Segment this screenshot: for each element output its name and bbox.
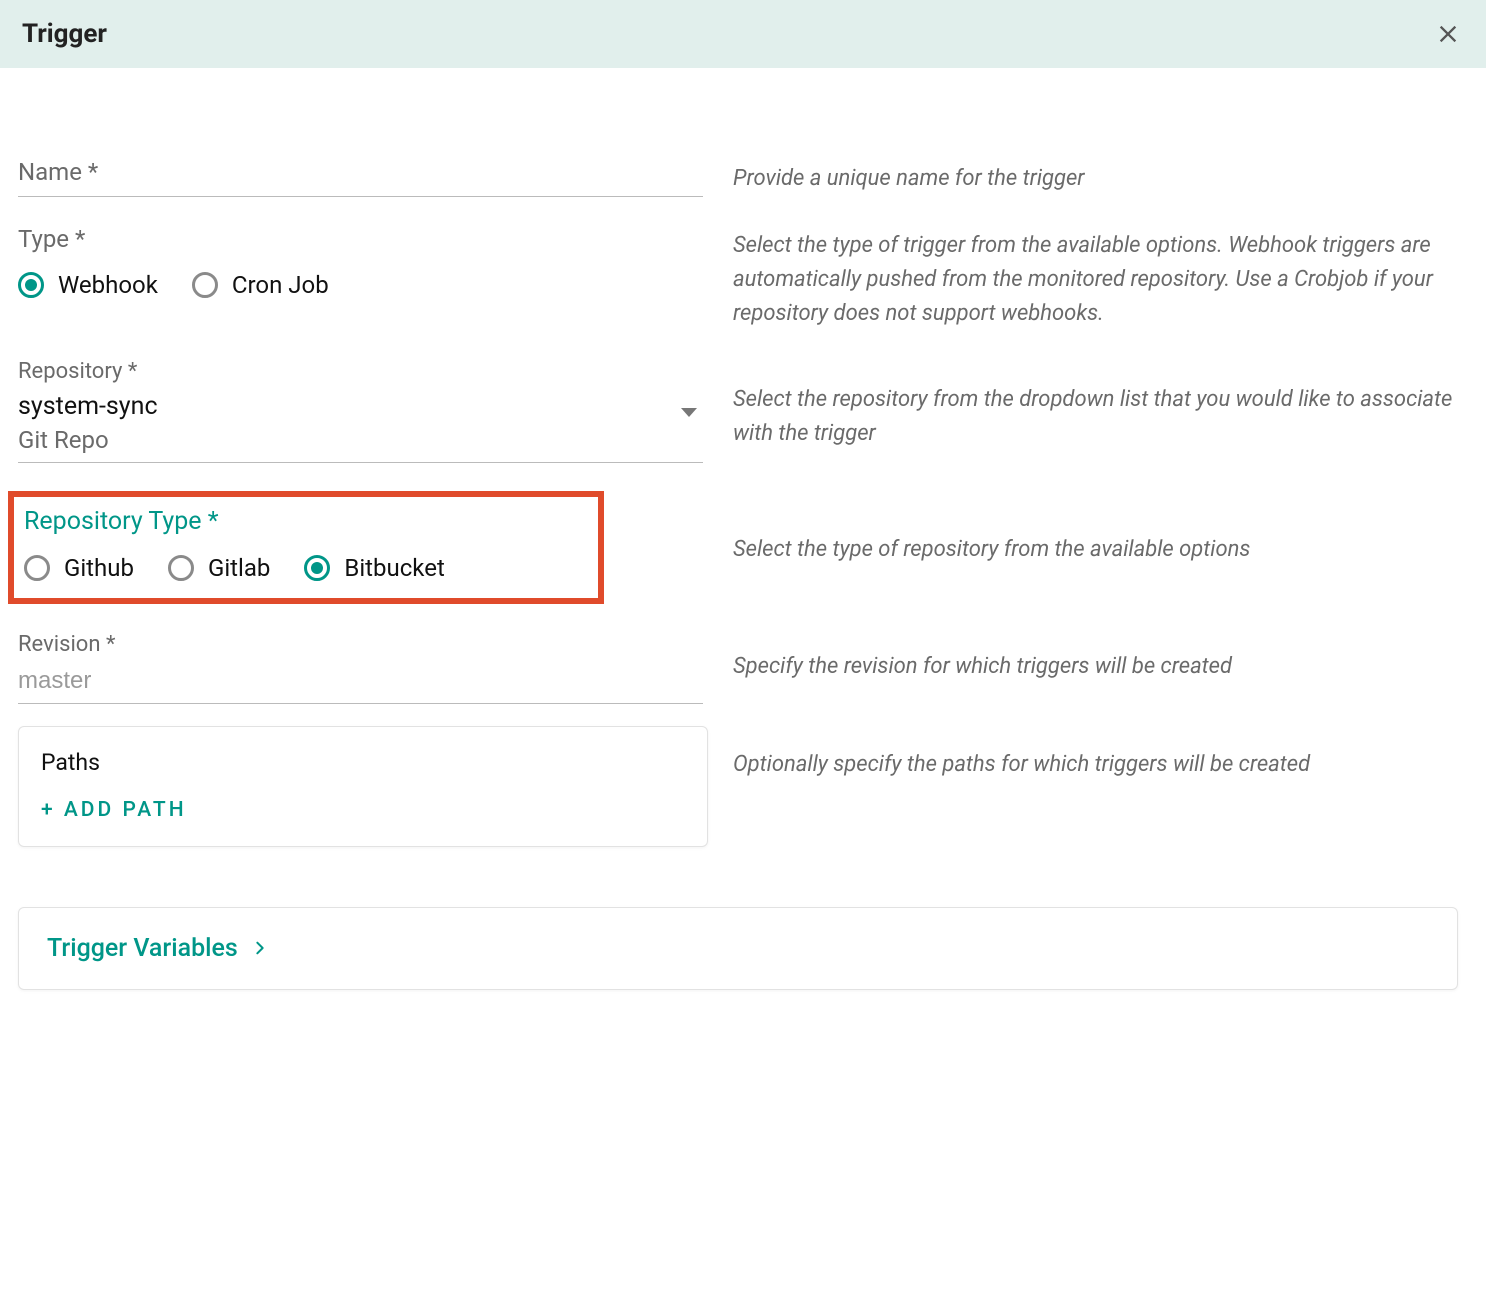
revision-label: Revision * bbox=[18, 632, 703, 657]
add-path-button[interactable]: + ADD PATH bbox=[41, 798, 187, 822]
radio-icon bbox=[24, 555, 50, 581]
repository-type-highlight: Repository Type * Github Gitlab Bitbucke… bbox=[8, 491, 604, 604]
radio-label: Gitlab bbox=[208, 554, 270, 582]
type-option-cronjob[interactable]: Cron Job bbox=[192, 271, 329, 299]
repository-help: Select the repository from the dropdown … bbox=[733, 383, 1468, 451]
type-help: Select the type of trigger from the avai… bbox=[733, 229, 1468, 331]
revision-input[interactable] bbox=[18, 663, 703, 704]
dialog-header: Trigger bbox=[0, 0, 1486, 68]
repository-type-label: Repository Type * bbox=[24, 507, 588, 536]
radio-label: Github bbox=[64, 554, 134, 582]
repository-label: Repository * bbox=[18, 359, 703, 384]
repo-type-option-bitbucket[interactable]: Bitbucket bbox=[304, 554, 444, 582]
type-label: Type * bbox=[18, 225, 703, 253]
name-help: Provide a unique name for the trigger bbox=[733, 162, 1468, 196]
chevron-right-icon bbox=[252, 934, 268, 963]
close-icon bbox=[1437, 23, 1459, 45]
revision-help: Specify the revision for which triggers … bbox=[733, 650, 1468, 684]
close-button[interactable] bbox=[1432, 18, 1464, 50]
repository-select-value: system-sync bbox=[18, 390, 703, 424]
chevron-down-icon bbox=[681, 408, 697, 417]
name-label: Name * bbox=[18, 158, 703, 186]
repository-type-help: Select the type of repository from the a… bbox=[733, 533, 1468, 567]
dialog-title: Trigger bbox=[22, 19, 107, 49]
radio-icon bbox=[192, 272, 218, 298]
repo-type-option-gitlab[interactable]: Gitlab bbox=[168, 554, 270, 582]
radio-label: Bitbucket bbox=[344, 554, 444, 582]
paths-title: Paths bbox=[41, 749, 685, 776]
radio-icon bbox=[18, 272, 44, 298]
trigger-variables-title: Trigger Variables bbox=[47, 934, 238, 963]
name-input-underline[interactable] bbox=[18, 196, 703, 197]
radio-label: Cron Job bbox=[232, 271, 329, 299]
repository-select[interactable]: system-sync Git Repo bbox=[18, 390, 703, 463]
repository-select-sub: Git Repo bbox=[18, 424, 703, 456]
add-path-label: + ADD PATH bbox=[41, 798, 187, 822]
radio-label: Webhook bbox=[58, 271, 158, 299]
type-option-webhook[interactable]: Webhook bbox=[18, 271, 158, 299]
radio-icon bbox=[304, 555, 330, 581]
type-radio-group: Webhook Cron Job bbox=[18, 271, 703, 299]
radio-icon bbox=[168, 555, 194, 581]
paths-card: Paths + ADD PATH bbox=[18, 726, 708, 847]
trigger-variables-card[interactable]: Trigger Variables bbox=[18, 907, 1458, 990]
repository-type-radio-group: Github Gitlab Bitbucket bbox=[24, 554, 588, 582]
paths-help: Optionally specify the paths for which t… bbox=[733, 748, 1468, 782]
repo-type-option-github[interactable]: Github bbox=[24, 554, 134, 582]
